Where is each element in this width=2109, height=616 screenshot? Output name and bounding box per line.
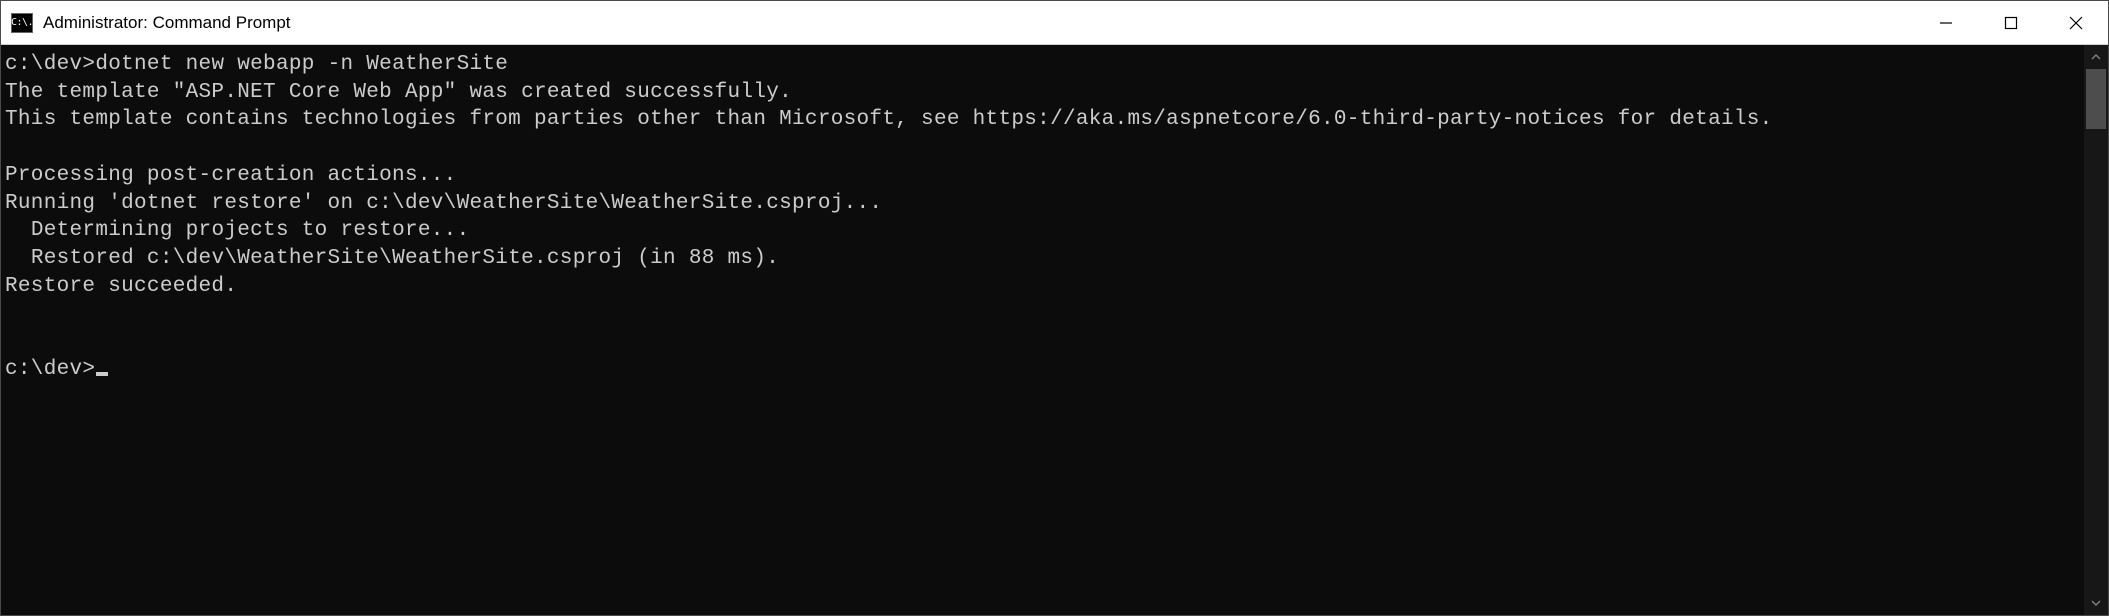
minimize-icon bbox=[1939, 16, 1953, 30]
prompt: c:\dev> bbox=[5, 358, 95, 381]
chevron-down-icon bbox=[2091, 598, 2101, 608]
scroll-down-arrow[interactable] bbox=[2084, 591, 2108, 615]
close-icon bbox=[2069, 16, 2083, 30]
maximize-icon bbox=[2004, 16, 2018, 30]
output-line: Processing post-creation actions... bbox=[5, 164, 457, 187]
cursor bbox=[96, 372, 108, 376]
app-icon: C:\. bbox=[11, 13, 33, 33]
vertical-scrollbar[interactable] bbox=[2084, 45, 2108, 615]
output-line: Restored c:\dev\WeatherSite\WeatherSite.… bbox=[5, 247, 779, 270]
chevron-up-icon bbox=[2091, 52, 2101, 62]
command-prompt-window: C:\. Administrator: Command Prompt c:\de… bbox=[0, 0, 2109, 616]
prompt: c:\dev> bbox=[5, 53, 95, 76]
titlebar[interactable]: C:\. Administrator: Command Prompt bbox=[1, 1, 2108, 45]
command-input: dotnet new webapp -n WeatherSite bbox=[95, 53, 508, 76]
close-button[interactable] bbox=[2043, 1, 2108, 44]
output-line: Determining projects to restore... bbox=[5, 219, 469, 242]
scroll-track[interactable] bbox=[2084, 69, 2108, 591]
output-line: Running 'dotnet restore' on c:\dev\Weath… bbox=[5, 192, 882, 215]
output-line: Restore succeeded. bbox=[5, 275, 237, 298]
output-line: The template "ASP.NET Core Web App" was … bbox=[5, 81, 792, 104]
window-title: Administrator: Command Prompt bbox=[43, 13, 291, 33]
terminal-container: c:\dev>dotnet new webapp -n WeatherSite … bbox=[1, 45, 2108, 615]
output-line: This template contains technologies from… bbox=[5, 108, 1773, 131]
terminal-output[interactable]: c:\dev>dotnet new webapp -n WeatherSite … bbox=[1, 45, 2084, 615]
window-controls bbox=[1913, 1, 2108, 44]
scroll-thumb[interactable] bbox=[2086, 69, 2106, 129]
scroll-up-arrow[interactable] bbox=[2084, 45, 2108, 69]
maximize-button[interactable] bbox=[1978, 1, 2043, 44]
minimize-button[interactable] bbox=[1913, 1, 1978, 44]
